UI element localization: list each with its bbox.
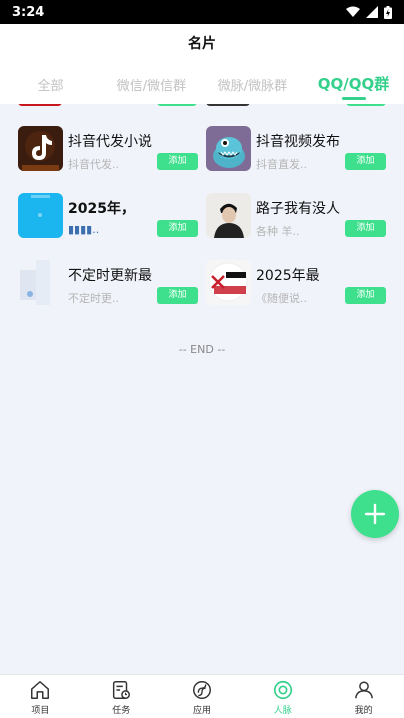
card-name: 不定时更新最: [68, 268, 152, 284]
tab-weimai[interactable]: 微脉/微脉群: [202, 62, 303, 104]
card-name: 抖音视频发布: [256, 134, 340, 150]
person-photo-avatar: [206, 193, 251, 238]
add-button[interactable]: 添加: [345, 287, 386, 304]
signal-icon: [366, 6, 378, 18]
contacts-icon: [273, 680, 292, 700]
tab-wechat[interactable]: 微信/微信群: [101, 62, 202, 104]
title-bar: 名片: [0, 24, 404, 62]
add-button[interactable]: 添加: [157, 220, 198, 237]
tab-label: 微信/微信群: [116, 79, 187, 94]
card-name: 2025年，: [68, 201, 135, 217]
avatar: [18, 104, 62, 106]
add-button[interactable]: 添加: [157, 153, 198, 170]
tab-label: 微脉/微脉群: [217, 79, 288, 94]
tab-qq[interactable]: QQ/QQ群: [303, 62, 404, 104]
add-button[interactable]: 添加: [345, 153, 386, 170]
bottom-nav: 项目 任务 应用 人脉 我的: [0, 674, 404, 718]
page-title: 名片: [188, 36, 216, 52]
card-desc: 抖音直发..: [256, 158, 307, 171]
card-list[interactable]: 抖音代发小说 抖音代发.. 添加 抖音视频发布 抖音直发.. 添加 2025年，…: [0, 104, 404, 674]
add-button[interactable]: 添加: [157, 287, 198, 304]
nav-item-projects[interactable]: 项目: [0, 675, 81, 718]
add-button[interactable]: [346, 104, 386, 106]
nav-label: 任务: [112, 706, 131, 716]
card-name: 抖音代发小说: [68, 134, 152, 150]
list-item[interactable]: 2025年最 《随便说.. 添加: [206, 260, 386, 308]
cartoon-monster-avatar: [206, 126, 251, 171]
add-fab-button[interactable]: [351, 490, 399, 538]
card-desc: 不定时更..: [68, 292, 119, 305]
nav-label: 我的: [354, 706, 373, 716]
wifi-icon: [346, 6, 360, 17]
card-desc: 各种 羊..: [256, 225, 300, 238]
status-icons: [346, 5, 392, 19]
active-tab-indicator: [341, 97, 366, 100]
partially-scrolled-row: [0, 104, 404, 110]
card-name: 2025年最: [256, 268, 320, 284]
profile-icon: [354, 681, 373, 699]
nav-label: 项目: [31, 706, 50, 716]
plus-icon: [364, 503, 386, 525]
nav-item-apps[interactable]: 应用: [162, 675, 243, 718]
nav-item-mine[interactable]: 我的: [323, 675, 404, 718]
list-end-marker: -- END --: [178, 343, 226, 356]
list-item[interactable]: 2025年， ▮▮▮▮.. 添加: [18, 193, 198, 241]
tiktok-avatar: [18, 126, 63, 171]
poster-avatar: [206, 260, 251, 305]
list-item[interactable]: 路子我有没人 各种 羊.. 添加: [206, 193, 386, 241]
home-icon: [31, 681, 50, 699]
card-name: 路子我有没人: [256, 201, 340, 217]
nav-label: 人脉: [273, 706, 292, 716]
list-item[interactable]: 抖音视频发布 抖音直发.. 添加: [206, 126, 386, 174]
status-bar: 3:24: [0, 0, 404, 24]
task-icon: [113, 681, 131, 699]
add-button[interactable]: [157, 104, 197, 106]
card-desc: ▮▮▮▮..: [68, 223, 100, 236]
add-button[interactable]: 添加: [345, 220, 386, 237]
status-time: 3:24: [12, 4, 45, 20]
tab-all[interactable]: 全部: [0, 62, 101, 104]
tab-label: QQ/QQ群: [317, 75, 390, 93]
card-desc: 抖音代发..: [68, 158, 119, 171]
list-item[interactable]: 不定时更新最 不定时更.. 添加: [18, 260, 198, 308]
nav-item-tasks[interactable]: 任务: [81, 675, 162, 718]
list-item[interactable]: 抖音代发小说 抖音代发.. 添加: [18, 126, 198, 174]
faded-qq-avatar: [18, 260, 63, 305]
tab-label: 全部: [37, 79, 64, 94]
tab-bar: 全部 微信/微信群 微脉/微脉群 QQ/QQ群: [0, 62, 404, 104]
card-desc: 《随便说..: [256, 292, 307, 305]
app-icon: [193, 681, 211, 699]
avatar: [206, 104, 250, 106]
nav-label: 应用: [192, 706, 211, 716]
blue-app-avatar: [18, 193, 63, 238]
battery-icon: [384, 5, 392, 19]
nav-item-contacts[interactable]: 人脉: [242, 675, 323, 718]
